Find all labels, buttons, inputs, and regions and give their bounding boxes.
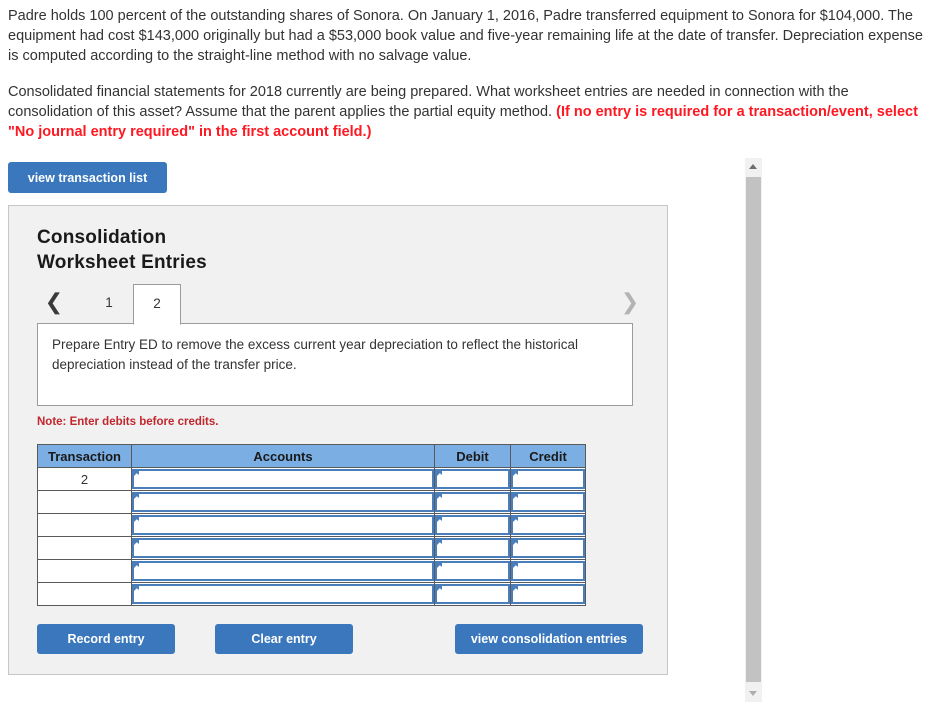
- journal-entry-table: Transaction Accounts Debit Credit 2: [37, 444, 586, 606]
- instruction-panel: Prepare Entry ED to remove the excess cu…: [37, 323, 633, 406]
- credit-input-3[interactable]: [511, 515, 585, 535]
- cell-accounts[interactable]: [131, 490, 435, 514]
- table-row: [37, 490, 586, 514]
- debit-input-3[interactable]: [435, 515, 510, 535]
- accounts-select-3[interactable]: [132, 515, 434, 535]
- cell-transaction: [37, 490, 132, 514]
- tab-entry-2[interactable]: 2: [133, 284, 181, 325]
- cell-accounts[interactable]: [131, 467, 435, 491]
- problem-statement: Padre holds 100 percent of the outstandi…: [8, 6, 936, 158]
- view-transaction-list-button[interactable]: view transaction list: [8, 162, 167, 193]
- accounts-select-4[interactable]: [132, 538, 434, 558]
- consolidation-worksheet-card: Consolidation Worksheet Entries ❮ 1 2 ❯ …: [8, 205, 668, 675]
- problem-paragraph-2: Consolidated financial statements for 20…: [8, 82, 936, 142]
- cell-credit[interactable]: [510, 467, 586, 491]
- cell-credit[interactable]: [510, 582, 586, 606]
- debit-input-4[interactable]: [435, 538, 510, 558]
- triangle-up-icon[interactable]: [745, 158, 762, 175]
- column-header-transaction: Transaction: [37, 444, 132, 468]
- accounts-select-2[interactable]: [132, 492, 434, 512]
- cell-transaction: [37, 513, 132, 537]
- instruction-text: Prepare Entry ED to remove the excess cu…: [52, 337, 578, 372]
- chevron-left-icon[interactable]: ❮: [43, 288, 65, 318]
- credit-input-6[interactable]: [511, 584, 585, 604]
- debit-input-5[interactable]: [435, 561, 510, 581]
- cell-debit[interactable]: [434, 490, 511, 514]
- column-header-accounts: Accounts: [131, 444, 435, 468]
- debit-input-6[interactable]: [435, 584, 510, 604]
- credit-input-4[interactable]: [511, 538, 585, 558]
- problem-paragraph-1: Padre holds 100 percent of the outstandi…: [8, 8, 923, 64]
- record-entry-button[interactable]: Record entry: [37, 624, 175, 654]
- chevron-right-icon[interactable]: ❯: [619, 288, 641, 318]
- cell-transaction: 2: [37, 467, 132, 491]
- cell-transaction: [37, 582, 132, 606]
- cell-debit[interactable]: [434, 513, 511, 537]
- view-consolidation-entries-button[interactable]: view consolidation entries: [455, 624, 643, 654]
- column-header-credit: Credit: [510, 444, 586, 468]
- cell-accounts[interactable]: [131, 513, 435, 537]
- cell-credit[interactable]: [510, 536, 586, 560]
- table-row: 2: [37, 467, 586, 491]
- cell-accounts[interactable]: [131, 536, 435, 560]
- debit-input-1[interactable]: [435, 469, 510, 489]
- cell-debit[interactable]: [434, 582, 511, 606]
- page-title: Consolidation Worksheet Entries: [37, 225, 437, 275]
- accounts-select-6[interactable]: [132, 584, 434, 604]
- clear-entry-button[interactable]: Clear entry: [215, 624, 353, 654]
- triangle-down-icon[interactable]: [745, 685, 762, 702]
- table-row: [37, 513, 586, 537]
- cell-credit[interactable]: [510, 513, 586, 537]
- credit-input-1[interactable]: [511, 469, 585, 489]
- cell-accounts[interactable]: [131, 559, 435, 583]
- vertical-scrollbar[interactable]: [745, 158, 762, 702]
- table-row: [37, 536, 586, 560]
- cell-debit[interactable]: [434, 559, 511, 583]
- cell-credit[interactable]: [510, 559, 586, 583]
- debits-before-credits-note: Note: Enter debits before credits.: [37, 416, 219, 428]
- table-header-row: Transaction Accounts Debit Credit: [37, 444, 586, 468]
- accounts-select-1[interactable]: [132, 469, 434, 489]
- page-title-line-1: Consolidation: [37, 227, 167, 248]
- cell-debit[interactable]: [434, 536, 511, 560]
- cell-transaction: [37, 559, 132, 583]
- tab-navigation: ❮ 1 2 ❯: [37, 282, 643, 325]
- column-header-debit: Debit: [434, 444, 511, 468]
- table-row: [37, 582, 586, 606]
- cell-debit[interactable]: [434, 467, 511, 491]
- debit-input-2[interactable]: [435, 492, 510, 512]
- accounts-select-5[interactable]: [132, 561, 434, 581]
- table-row: [37, 559, 586, 583]
- cell-credit[interactable]: [510, 490, 586, 514]
- cell-accounts[interactable]: [131, 582, 435, 606]
- scrollbar-thumb[interactable]: [746, 177, 761, 682]
- credit-input-2[interactable]: [511, 492, 585, 512]
- credit-input-5[interactable]: [511, 561, 585, 581]
- tab-entry-1[interactable]: 1: [85, 284, 133, 324]
- page-title-line-2: Worksheet Entries: [37, 252, 207, 273]
- cell-transaction: [37, 536, 132, 560]
